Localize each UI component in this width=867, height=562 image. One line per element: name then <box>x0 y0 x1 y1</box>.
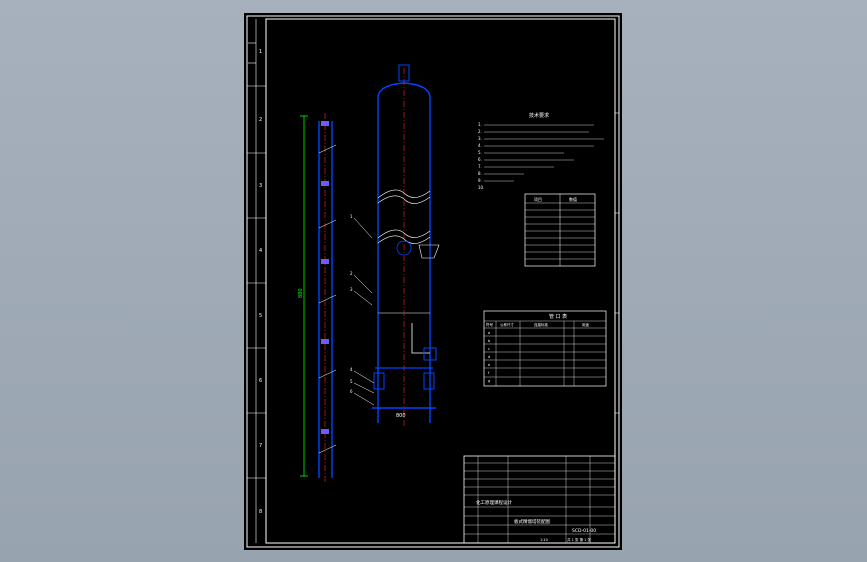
design-header: 项目 <box>534 196 542 202</box>
zone-number: 5 <box>259 313 262 319</box>
nozzle-symbol: g <box>488 379 490 383</box>
note-line: 1. <box>478 122 482 127</box>
note-line: 7. <box>478 164 482 169</box>
nozzle-symbol: d <box>488 355 490 359</box>
ladder-elevation: 880 <box>298 113 337 483</box>
cad-drawing-sheet: 1 2 3 4 5 6 7 8 880 800 1 2 3 4 5 6 技术要求… <box>244 13 622 550</box>
zone-number: 7 <box>259 443 262 449</box>
note-line: 9. <box>478 178 482 183</box>
zone-number: 1 <box>259 49 262 55</box>
nozzle-symbol: b <box>488 339 491 343</box>
nozzle-symbol: f <box>488 371 490 375</box>
zone-number: 3 <box>259 183 262 189</box>
note-line: 4. <box>478 143 482 148</box>
zone-number: 2 <box>259 117 262 123</box>
height-dimension: 880 <box>298 288 304 298</box>
nozzle-table: 管 口 表 符号 公称尺寸 连接标准 用途 a b c d e f g <box>483 310 607 387</box>
sheet-info: 共 1 张 第 1 张 <box>567 537 592 542</box>
title-block: 化工原理课程设计 板式精馏塔装配图 SCD-01-00 共 1 张 第 1 张 … <box>463 455 616 544</box>
zone-labels: 1 2 3 4 5 6 7 8 <box>259 49 262 515</box>
notes-title: 技术要求 <box>529 112 549 119</box>
nozzle-symbol: a <box>488 331 490 335</box>
right-ticks <box>615 112 619 414</box>
base-dimension: 800 <box>396 413 406 419</box>
nozzle-symbol: c <box>488 347 490 351</box>
nozzle-header: 符号 <box>486 322 494 327</box>
zone-strip <box>247 19 266 543</box>
note-line: 10. <box>478 185 484 190</box>
zone-number: 6 <box>259 378 262 384</box>
nozzle-header: 公称尺寸 <box>500 322 514 327</box>
note-line: 3. <box>478 136 482 141</box>
callout-label: 2 <box>350 271 353 276</box>
note-line: 8. <box>478 171 482 176</box>
callout-label: 4 <box>350 367 353 372</box>
note-line: 2. <box>478 129 482 134</box>
nozzle-header: 用途 <box>582 322 590 327</box>
school-title: 化工原理课程设计 <box>476 499 512 506</box>
design-data-table: 项目 数值 <box>524 193 596 267</box>
zone-number: 4 <box>259 248 262 254</box>
callout-label: 1 <box>350 214 353 219</box>
nozzle-header: 连接标准 <box>534 322 548 327</box>
callout-label: 6 <box>350 389 353 394</box>
part-callout-labels: 1 2 3 4 5 6 <box>350 214 353 394</box>
scale: 1:10 <box>540 538 548 542</box>
design-header: 数值 <box>569 196 577 202</box>
nozzle-symbol: e <box>488 363 490 367</box>
zone-number: 8 <box>259 509 262 515</box>
note-line: 6. <box>478 157 482 162</box>
callout-label: 3 <box>350 287 353 292</box>
technical-notes: 技术要求 1. 2. 3. 4. 5. 6. 7. 8. 9. 10. <box>478 112 604 190</box>
part-callouts <box>353 217 375 406</box>
drawing-number: SCD-01-00 <box>572 528 596 534</box>
outer-frame <box>246 15 620 548</box>
nozzle-table-title: 管 口 表 <box>549 313 567 320</box>
column-elevation: 800 <box>372 64 440 428</box>
note-line: 5. <box>478 150 482 155</box>
drawing-title: 板式精馏塔装配图 <box>514 518 550 525</box>
callout-label: 5 <box>350 379 353 384</box>
